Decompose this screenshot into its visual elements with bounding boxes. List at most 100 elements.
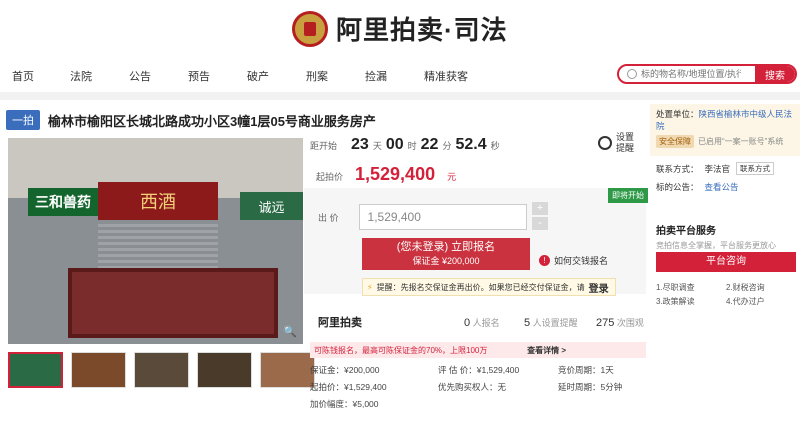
contact-label: 联系方式： [656, 163, 699, 174]
shop-sign-1: 三和兽药 [28, 188, 98, 216]
secure-row: 安全保障 已启用“一案一账号”系统 [656, 135, 794, 148]
countdown-days: 23 [351, 136, 369, 153]
register-label: (您未登录) 立即报名 [396, 241, 496, 253]
notice-row: 标的公告： 查看公告 [656, 181, 794, 193]
main-photo[interactable]: 三和兽药 西酒 诚远 🔍 [8, 138, 303, 344]
notice-label: 标的公告： [656, 182, 699, 192]
signups-count: 0 [464, 316, 471, 329]
secure-badge: 安全保障 [656, 135, 694, 148]
shop-sign-3: 诚远 [240, 192, 303, 220]
reminders-count: 5 [524, 316, 531, 329]
delay-info: 延时周期：5分钟 [558, 382, 623, 392]
alarm-clock-icon [598, 136, 612, 150]
increment-info: 加价幅度：¥5,000 [310, 399, 379, 409]
thumbnail-5[interactable] [260, 352, 315, 388]
nav-announcement[interactable]: 公告 [129, 68, 151, 84]
court-seal-icon [292, 10, 328, 47]
decrease-bid-button[interactable]: - [532, 217, 548, 230]
disposal-unit: 处置单位：陕西省榆林市中级人民法院 安全保障 已启用“一案一账号”系统 [650, 104, 800, 156]
thumbnail-1[interactable] [8, 352, 63, 388]
set-reminder-label: 设置提醒 [616, 132, 635, 153]
deposit-label: 保证金 ¥200,000 [412, 256, 480, 266]
platform-desc: 竞拍信息全掌握，平台服务更放心 [656, 241, 776, 250]
how-to-pay-link[interactable]: ! 如何交钱报名 [539, 254, 608, 267]
views-count: 275 [596, 316, 615, 329]
logo-text: 阿里拍卖·司法 [336, 15, 508, 45]
status-badge: 即将开始 [608, 188, 648, 203]
warning-text: 可陈钱报名，最高可陈保证金的70%，上限100万 [314, 345, 488, 355]
item-title-bar: 一拍 榆林市榆阳区长城北路成功小区3幢1层05号商业服务房产 [6, 110, 376, 130]
thumbnail-2[interactable] [71, 352, 126, 388]
search-input[interactable] [641, 69, 741, 79]
countdown-days-unit: 天 [372, 141, 382, 151]
consult-button[interactable]: 平台咨询 [656, 252, 796, 272]
platform-title: 拍卖平台服务 [656, 226, 716, 237]
start-price-info: 起拍价：¥1,529,400 [310, 382, 387, 392]
view-details-link[interactable]: 查看详情 > [527, 345, 566, 356]
countdown-hours-unit: 时 [407, 141, 417, 151]
bid-amount-input[interactable]: 1,529,400 [358, 204, 527, 230]
service-2[interactable]: 2.财税咨询 [726, 282, 765, 293]
nav-home[interactable]: 首页 [12, 68, 34, 84]
login-link[interactable]: 登录 [589, 280, 609, 295]
deposit-info: 保证金：¥200,000 [310, 365, 380, 375]
signups-stat: 0 人报名 [464, 316, 500, 329]
increase-bid-button[interactable]: + [532, 202, 548, 215]
service-3[interactable]: 3.政策解读 [656, 296, 695, 307]
nav-criminal[interactable]: 刑案 [306, 68, 328, 84]
auction-round-tag: 一拍 [6, 110, 40, 130]
contact-row: 联系方式： 李法官 联系方式 [656, 162, 794, 175]
service-1[interactable]: 1.尽职调查 [656, 282, 695, 293]
deposit-notice: ⚡ 提醒：先报名交保证金再出价。如果您已经交付保证金，请 登录 [362, 278, 616, 296]
views-stat: 275 次围观 [596, 316, 644, 329]
bid-row: 出 价 1,529,400 [318, 204, 527, 230]
search-icon [627, 69, 637, 79]
org-label: 处置单位： [656, 109, 699, 119]
appraisal-info: 评 估 价：¥1,529,400 [438, 365, 520, 375]
search-button[interactable]: 搜索 [755, 66, 795, 82]
view-notice-link[interactable]: 查看公告 [705, 181, 739, 193]
reminders-stat: 5 人设置提醒 [524, 316, 578, 329]
nav-preview[interactable]: 预告 [188, 68, 210, 84]
set-reminder-button[interactable]: 设置提醒 [598, 132, 636, 154]
nav-bankruptcy[interactable]: 破产 [247, 68, 269, 84]
zoom-icon[interactable]: 🔍 [283, 325, 297, 338]
search-box: 搜索 [617, 64, 797, 84]
service-4[interactable]: 4.代办过户 [726, 296, 765, 307]
register-button[interactable]: (您未登录) 立即报名 保证金 ¥200,000 [362, 238, 530, 270]
bid-stepper: + - [532, 202, 548, 230]
tricycle-cart [68, 268, 278, 338]
countdown-seconds-unit: 秒 [490, 141, 500, 151]
countdown-seconds: 52.4 [455, 136, 487, 153]
nav-court[interactable]: 法院 [70, 68, 92, 84]
info-icon: ! [539, 255, 550, 266]
header: 阿里拍卖·司法 [0, 0, 800, 64]
start-price-unit: 元 [447, 172, 457, 182]
cycle-info: 竞价周期：1天 [558, 365, 614, 375]
nav-bargain[interactable]: 捡漏 [365, 68, 387, 84]
logo[interactable]: 阿里拍卖·司法 [292, 10, 508, 47]
start-price-label: 起拍价 [316, 172, 344, 182]
bulb-icon: ⚡ [367, 282, 373, 292]
views-label: 次围观 [616, 317, 644, 328]
stats-bar: 阿里拍卖 0 人报名 5 人设置提醒 275 次围观 [304, 308, 646, 336]
contact-button[interactable]: 联系方式 [736, 162, 775, 175]
thumbnail-3[interactable] [134, 352, 189, 388]
right-panel: 处置单位：陕西省榆林市中级人民法院 安全保障 已启用“一案一账号”系统 联系方式… [650, 104, 800, 439]
countdown: 距开始 23 天 00 时 22 分 52.4 秒 [310, 136, 500, 154]
shop-sign-2: 西酒 [98, 182, 218, 220]
signups-label: 人报名 [472, 317, 500, 328]
divider [0, 92, 800, 100]
notice-text: 提醒：先报名交保证金再出价。如果您已经交付保证金，请 [376, 282, 585, 292]
countdown-label: 距开始 [310, 141, 338, 151]
priority-info: 优先购买权人：无 [438, 382, 507, 392]
thumbnail-4[interactable] [197, 352, 252, 388]
secure-text: 已启用“一案一账号”系统 [698, 137, 784, 146]
brand-label: 阿里拍卖 [318, 317, 362, 329]
countdown-hours: 00 [385, 136, 404, 153]
bid-label: 出 价 [318, 212, 339, 223]
loan-warning: 可陈钱报名，最高可陈保证金的70%，上限100万 查看详情 > [310, 342, 646, 358]
start-price: 起拍价 1,529,400 元 [316, 164, 456, 185]
nav-precise[interactable]: 精准获客 [424, 68, 468, 84]
reminders-label: 人设置提醒 [532, 317, 578, 328]
